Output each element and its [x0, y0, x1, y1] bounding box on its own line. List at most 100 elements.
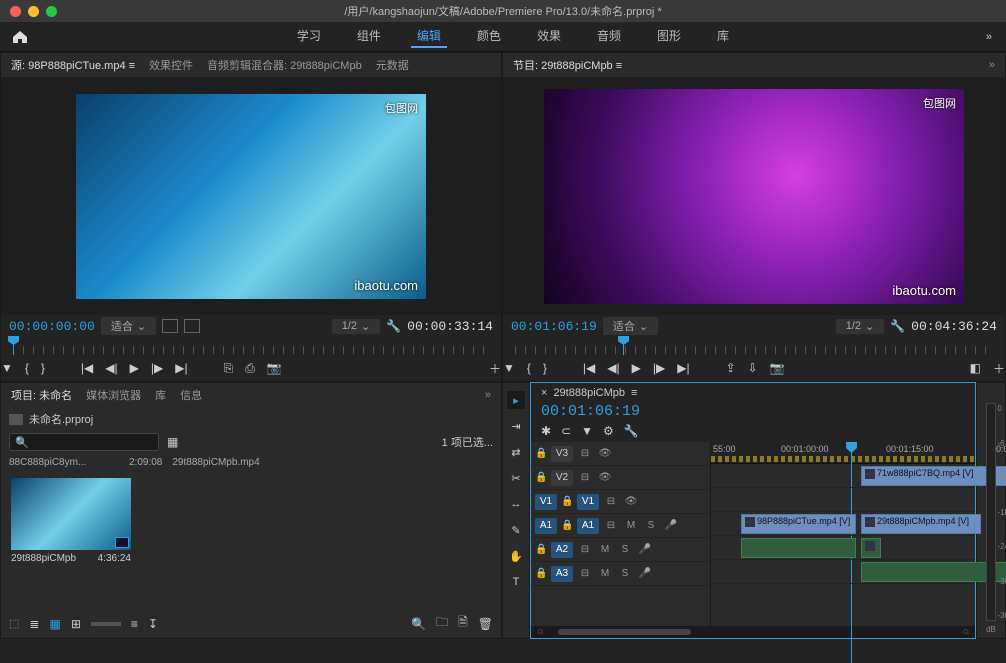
- tab-metadata[interactable]: 元数据: [376, 57, 409, 73]
- sync-lock-icon[interactable]: ⊟: [577, 472, 593, 483]
- project-search-input[interactable]: [9, 433, 159, 451]
- wrench-icon[interactable]: 🔧: [624, 424, 639, 438]
- linked-selection-icon[interactable]: ⊂: [561, 424, 571, 438]
- tab-info[interactable]: 信息: [180, 387, 202, 403]
- thumb-size-slider[interactable]: [91, 622, 121, 626]
- voice-over-icon[interactable]: 🎤: [637, 568, 653, 579]
- automate-icon[interactable]: ↧: [148, 617, 158, 631]
- marker-icon[interactable]: ▼: [581, 424, 593, 438]
- track-a1-header[interactable]: A1 🔒 A1 ⊟ M S 🎤: [531, 514, 710, 538]
- pen-tool[interactable]: ✎: [507, 521, 525, 539]
- track-select-tool[interactable]: ⇥: [507, 417, 525, 435]
- close-icon[interactable]: [10, 6, 21, 17]
- tab-libraries[interactable]: 库: [155, 387, 166, 403]
- sort-icon[interactable]: ≡: [131, 617, 138, 631]
- go-to-in-icon[interactable]: |◀: [81, 361, 93, 375]
- play-icon[interactable]: ▶: [130, 361, 139, 375]
- rw-toggle-icon[interactable]: ⬚: [9, 617, 19, 630]
- zoom-icon[interactable]: [46, 6, 57, 17]
- voice-over-icon[interactable]: 🎤: [637, 544, 653, 555]
- mute-button[interactable]: M: [623, 520, 639, 531]
- marker-icon[interactable]: ▼: [503, 361, 515, 375]
- source-timecode-dur[interactable]: 00:00:33:14: [407, 319, 493, 334]
- source-zoom-dropdown[interactable]: 1/2 ⌄: [332, 319, 381, 334]
- mark-in-icon[interactable]: {: [527, 361, 531, 375]
- insert-icon[interactable]: ⎘: [224, 361, 234, 376]
- ws-libraries[interactable]: 库: [711, 25, 735, 48]
- solo-button[interactable]: S: [617, 544, 633, 555]
- mark-in-icon[interactable]: {: [25, 361, 29, 375]
- go-to-in-icon[interactable]: |◀: [583, 361, 595, 375]
- dual-view-button[interactable]: [162, 319, 178, 333]
- mark-out-icon[interactable]: }: [543, 361, 547, 375]
- sync-lock-icon[interactable]: ⊟: [577, 544, 593, 555]
- source-time-ruler[interactable]: [1, 337, 501, 355]
- ws-graphics[interactable]: 图形: [651, 25, 687, 48]
- project-item[interactable]: 29t888piCMpb 4:36:24: [11, 478, 131, 564]
- safe-margins-button[interactable]: [184, 319, 200, 333]
- type-tool[interactable]: T: [507, 573, 525, 591]
- source-preview[interactable]: 包图网 ibaotu.com: [1, 77, 501, 315]
- wrench-icon[interactable]: 🔧: [890, 319, 905, 333]
- track-a3-header[interactable]: 🔒 A3 ⊟ M S 🎤: [531, 562, 710, 586]
- ws-effects[interactable]: 效果: [531, 25, 567, 48]
- find-icon[interactable]: 🔍: [411, 617, 426, 631]
- step-back-icon[interactable]: ◀|: [105, 361, 117, 375]
- new-bin-icon[interactable]: 🗀: [436, 613, 448, 634]
- v2-label[interactable]: V2: [551, 470, 573, 486]
- tab-source[interactable]: 源: 98P888piCTue.mp4 ≡: [11, 57, 135, 73]
- sequence-tab[interactable]: 29t888piCMpb: [553, 387, 625, 399]
- export-frame-icon[interactable]: 📷: [770, 361, 785, 375]
- tab-audio-clip-mixer[interactable]: 音频剪辑混合器: 29t888piCMpb: [207, 57, 362, 73]
- ws-audio[interactable]: 音频: [591, 25, 627, 48]
- timeline-ruler[interactable]: 55:00 00:01:00:00 00:01:15:00 00:01:30:0…: [711, 442, 975, 464]
- tab-project[interactable]: 项目: 未命名: [11, 387, 72, 403]
- mark-out-icon[interactable]: }: [41, 361, 45, 375]
- v3-label[interactable]: V3: [551, 446, 573, 462]
- track-v1-header[interactable]: V1 🔒 V1 ⊟ 👁: [531, 490, 710, 514]
- source-timecode-in[interactable]: 00:00:00:00: [9, 319, 95, 334]
- ws-assembly[interactable]: 组件: [351, 25, 387, 48]
- step-back-icon[interactable]: ◀|: [607, 361, 619, 375]
- selection-tool[interactable]: ▸: [507, 391, 525, 409]
- program-timecode-in[interactable]: 00:01:06:19: [511, 319, 597, 334]
- timeline-timecode[interactable]: 00:01:06:19: [531, 403, 975, 424]
- voice-over-icon[interactable]: 🎤: [663, 520, 679, 531]
- a2-label[interactable]: A2: [551, 542, 573, 558]
- toggle-track-output-icon[interactable]: 👁: [597, 448, 613, 459]
- source-fit-dropdown[interactable]: 适合 ⌄: [101, 317, 156, 335]
- trash-icon[interactable]: 🗑: [478, 617, 493, 631]
- lock-icon[interactable]: 🔒: [535, 544, 547, 555]
- mute-button[interactable]: M: [597, 544, 613, 555]
- ws-editing[interactable]: 编辑: [411, 25, 447, 48]
- tab-program[interactable]: 节目: 29t888piCMpb ≡: [513, 57, 622, 73]
- lock-icon[interactable]: 🔒: [561, 496, 573, 507]
- program-preview[interactable]: 包图网 ibaotu.com: [503, 77, 1005, 315]
- new-item-icon[interactable]: 🗎: [458, 613, 468, 634]
- comparison-view-icon[interactable]: ◧: [970, 361, 981, 375]
- play-icon[interactable]: ▶: [632, 361, 641, 375]
- minimize-icon[interactable]: [28, 6, 39, 17]
- lock-icon[interactable]: 🔒: [535, 472, 547, 483]
- razor-tool[interactable]: ✂: [507, 469, 525, 487]
- lock-icon[interactable]: 🔒: [561, 520, 573, 531]
- extract-icon[interactable]: ⇩: [748, 361, 758, 375]
- clip-v1a[interactable]: 98P888piCTue.mp4 [V]: [741, 514, 856, 534]
- a3-label[interactable]: A3: [551, 566, 573, 582]
- program-playhead[interactable]: [623, 337, 624, 355]
- timeline-zoom-scrollbar[interactable]: ○ ○: [531, 626, 975, 638]
- sync-lock-icon[interactable]: ⊟: [577, 568, 593, 579]
- tab-media-browser[interactable]: 媒体浏览器: [86, 387, 141, 403]
- button-editor-icon[interactable]: ＋: [489, 360, 501, 377]
- lock-icon[interactable]: 🔒: [535, 448, 547, 459]
- ripple-edit-tool[interactable]: ⇄: [507, 443, 525, 461]
- clip-v1b[interactable]: 29t888piCMpb.mp4 [V]: [861, 514, 981, 534]
- track-a2-header[interactable]: 🔒 A2 ⊟ M S 🎤: [531, 538, 710, 562]
- clip-a1a[interactable]: [741, 538, 856, 558]
- settings-icon[interactable]: ⚙: [603, 424, 614, 438]
- marker-icon[interactable]: ▼: [1, 361, 13, 375]
- program-zoom-dropdown[interactable]: 1/2 ⌄: [836, 319, 885, 334]
- toggle-track-output-icon[interactable]: 👁: [623, 496, 639, 507]
- program-overflow[interactable]: »: [989, 59, 995, 71]
- sync-lock-icon[interactable]: ⊟: [603, 520, 619, 531]
